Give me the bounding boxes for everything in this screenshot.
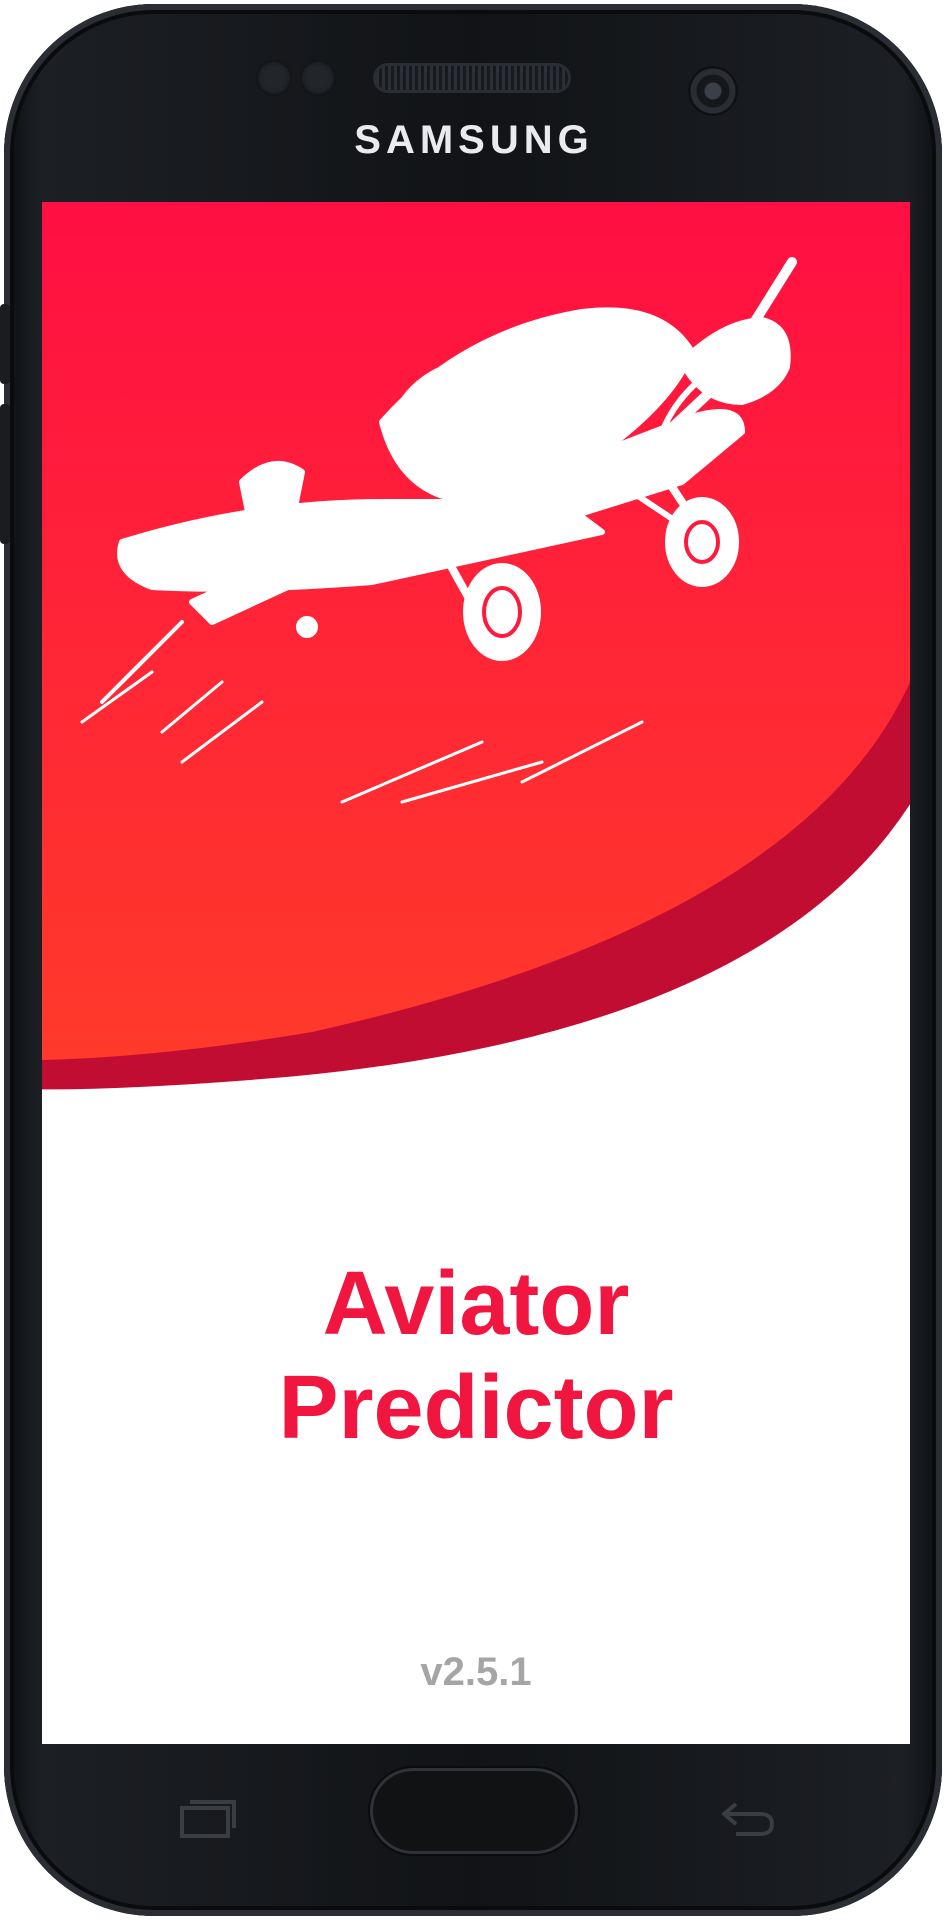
app-title: Aviator Predictor: [42, 1252, 910, 1460]
proximity-sensor: [256, 60, 292, 96]
back-icon[interactable]: [716, 1794, 780, 1842]
app-screen: Aviator Predictor v2.5.1: [42, 202, 910, 1744]
home-button[interactable]: [370, 1768, 578, 1854]
recent-apps-icon[interactable]: [176, 1794, 240, 1842]
app-version: v2.5.1: [420, 1650, 532, 1694]
splash-hero: [42, 202, 910, 1090]
earpiece-speaker: [376, 66, 568, 90]
volume-button: [0, 304, 10, 384]
light-sensor: [300, 60, 336, 96]
front-camera: [688, 66, 738, 116]
volume-rocker: [0, 404, 10, 544]
app-title-line1: Aviator: [322, 1254, 630, 1354]
app-title-line2: Predictor: [278, 1358, 674, 1458]
device-brand: SAMSUNG: [354, 118, 594, 162]
